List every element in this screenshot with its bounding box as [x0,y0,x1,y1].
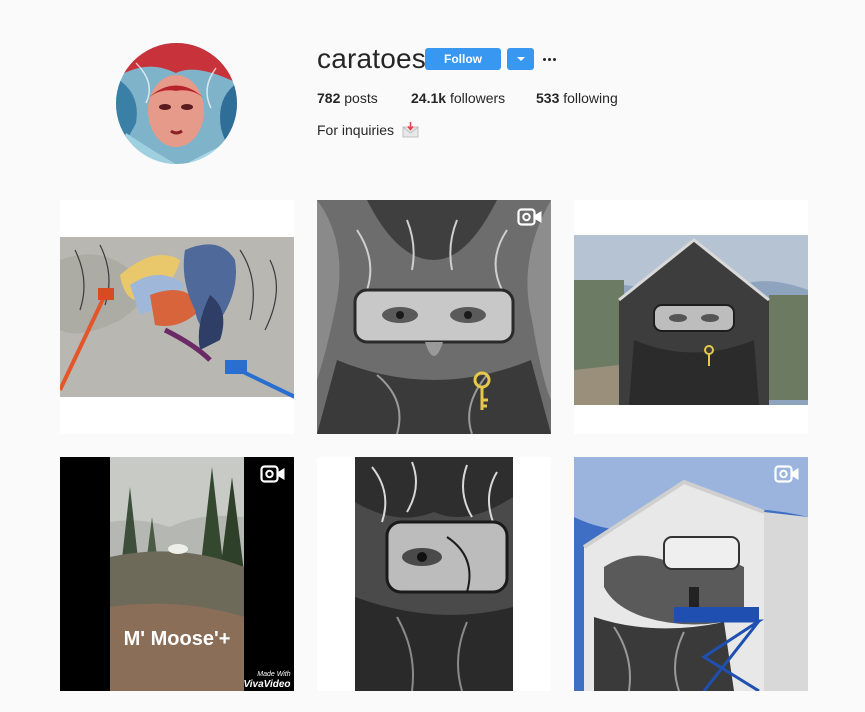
more-dot-icon [542,57,546,61]
post-image: M' Moose'+ Made With VivaVideo [60,457,294,691]
profile-bio: For inquiries [317,122,419,141]
watermark-line1: Made With [257,671,291,678]
followers-count: 24.1k [411,90,447,106]
posts-count: 782 [317,90,341,106]
followers-stat[interactable]: 24.1k followers [411,90,505,106]
post-image [574,200,808,434]
post-tile[interactable] [574,457,808,691]
post-tile[interactable] [317,200,551,434]
posts-stat: 782 posts [317,90,378,106]
post-image [60,200,294,434]
post-tile[interactable] [317,457,551,691]
follow-button[interactable]: Follow [425,48,501,70]
profile-avatar[interactable] [116,43,237,164]
more-dot-icon [552,57,556,61]
more-options-button[interactable] [539,48,559,70]
watermark-line2: VivaVideo [243,679,290,690]
caret-down-icon [516,57,525,61]
followers-label: followers [449,90,506,106]
following-stat[interactable]: 533 following [536,90,618,106]
post-tile[interactable] [574,200,808,434]
bio-text: For inquiries [317,122,395,138]
post-image [317,200,551,434]
post-tile[interactable] [60,200,294,434]
envelope-icon [402,122,419,141]
video-icon [774,465,800,488]
video-overlay-text: M' Moose'+ [124,628,231,650]
post-image [574,457,808,691]
video-icon [260,465,286,488]
profile-username: caratoes [317,43,426,74]
posts-label: posts [344,90,378,106]
multiple-images-icon [778,208,800,235]
following-count: 533 [536,90,560,106]
avatar-image [116,43,237,164]
post-tile[interactable]: M' Moose'+ Made With VivaVideo [60,457,294,691]
more-dot-icon [547,57,551,61]
post-image [317,457,551,691]
suggestions-dropdown-button[interactable] [507,48,534,70]
following-label: following [563,90,618,106]
video-icon [517,208,543,231]
